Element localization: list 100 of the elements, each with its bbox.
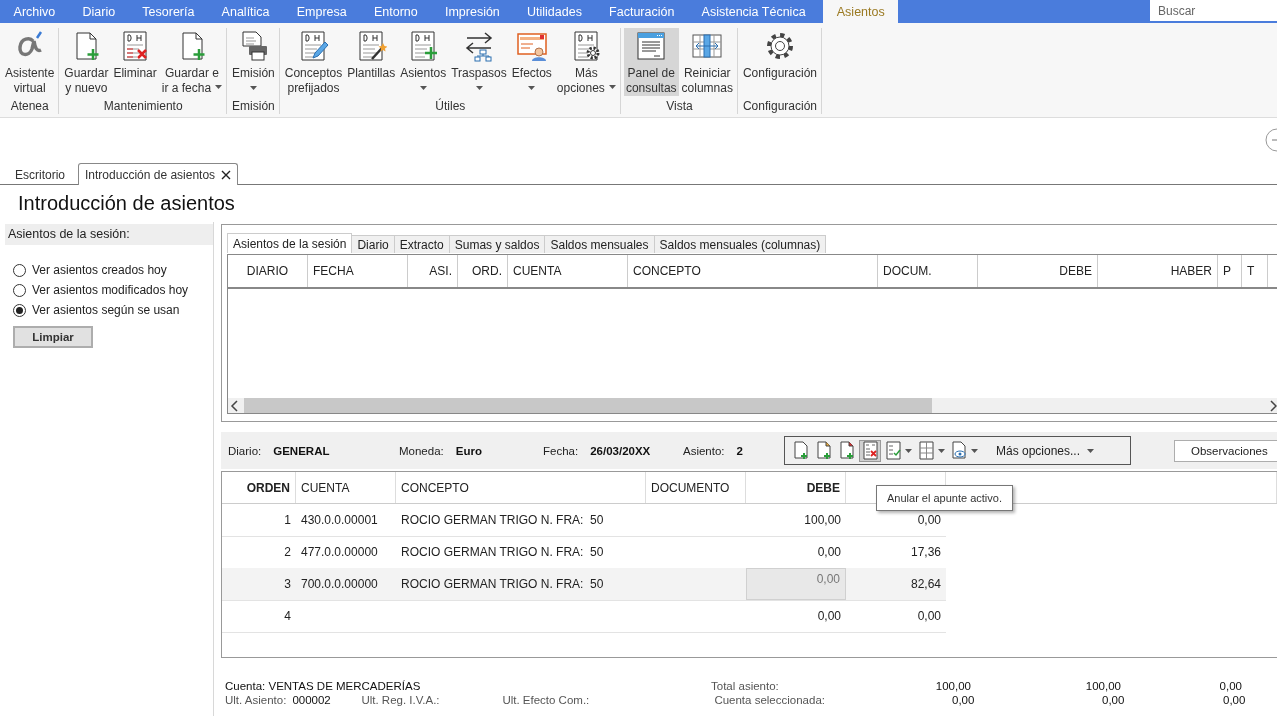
table-cell-text: 430.0.0.00001 (300, 512, 379, 529)
observations-button[interactable]: Observaciones (1174, 439, 1277, 462)
column-header[interactable]: DIARIO (228, 255, 308, 287)
toolbar-button[interactable] (837, 440, 857, 461)
account-name: Cuenta: VENTAS DE MERCADERÍAS (225, 680, 422, 692)
ribbon-button[interactable]: Reiniciar columnas (679, 28, 735, 96)
group-label: Mantenimiento (103, 98, 183, 115)
table-row[interactable]: 3 700.0.0.00000 ROCIO GERMAN TRIGO N. FRA: 50 0,00 82,64 (222, 568, 946, 600)
ribbon-button[interactable]: Panel de consultas (623, 28, 679, 96)
total-value: 0,00 (1101, 694, 1125, 706)
menu-tab[interactable]: Empresa (283, 0, 361, 23)
toolbar-button[interactable] (916, 440, 946, 461)
ribbon-button[interactable]: Asistente virtual (3, 28, 57, 96)
option-label[interactable]: Ver asientos creados hoy (32, 263, 167, 277)
transfer-arrows-icon (463, 30, 495, 62)
page-title: Introducción de asientos (17, 191, 236, 216)
ribbon-button[interactable]: Guardar e ir a fecha (159, 28, 225, 96)
option-label[interactable]: Ver asientos según se usan (32, 303, 180, 317)
menu-tab[interactable]: Asistencia Técnica (688, 0, 820, 23)
more-options-button[interactable]: Más opciones... (990, 442, 1101, 459)
field-label: Moneda: (399, 444, 444, 457)
column-header[interactable]: FECHA (308, 255, 408, 287)
field-value: 26/03/20XX (590, 444, 651, 457)
total-value: 0,00 (951, 694, 975, 706)
radio-button[interactable] (13, 263, 26, 277)
caret-icon (938, 448, 945, 453)
clear-button[interactable]: Limpiar (13, 326, 93, 348)
table-row[interactable]: 2 477.0.0.00000 ROCIO GERMAN TRIGO N. FRA: 50 0,00 17,36 (222, 536, 946, 568)
table-cell-text: 82,64 (909, 576, 942, 593)
edit-cell[interactable]: 0,00 (746, 568, 846, 600)
menu-tab[interactable]: Asientos (823, 0, 899, 23)
close-icon[interactable] (221, 169, 232, 180)
ribbon-button[interactable]: Traspasos (449, 28, 509, 96)
panel-tab[interactable]: Asientos de la sesión (227, 233, 353, 253)
menu-tab[interactable]: Archivo (0, 0, 69, 23)
menu-tab[interactable]: Analítica (208, 0, 284, 23)
field-value: 2 (736, 444, 743, 457)
menu-tab[interactable]: Utilidades (513, 0, 596, 23)
ribbon-button[interactable]: Plantillas (345, 28, 398, 96)
column-header[interactable]: ORDEN (222, 472, 296, 503)
menu-tab[interactable]: Tesorería (128, 0, 208, 23)
radio-button[interactable] (13, 283, 26, 297)
panel-tab[interactable]: Sumas y saldos (448, 235, 546, 253)
column-header[interactable]: CUENTA (296, 472, 396, 503)
toolbar-button[interactable] (883, 440, 913, 461)
scrollbar-thumb[interactable] (244, 398, 932, 413)
ribbon-button[interactable]: Más opciones (554, 28, 618, 96)
panel-tab[interactable]: Saldos mensuales (544, 235, 655, 253)
menu-tab[interactable]: Impresión (431, 0, 514, 23)
panel-tab[interactable]: Saldos mensuales (columnas) (653, 235, 827, 253)
toolbar-button[interactable] (814, 440, 834, 461)
card-person-icon (515, 30, 548, 62)
document-tab[interactable]: Escritorio (2, 164, 78, 185)
column-header[interactable]: CONCEPTO (628, 255, 878, 287)
caret-icon (608, 84, 616, 89)
column-header[interactable]: ASI. (408, 255, 458, 287)
field-label: Fecha: (543, 444, 579, 457)
panel-tab[interactable]: Extracto (393, 235, 450, 253)
field-label: Ult. Efecto Com.: (502, 694, 591, 706)
group-label: Configuración (742, 98, 817, 115)
panel-tab[interactable]: Diario (351, 235, 395, 253)
column-header[interactable]: DEBE (978, 255, 1098, 287)
option-label[interactable]: Ver asientos modificados hoy (32, 283, 189, 297)
ribbon-button[interactable]: Eliminar (111, 28, 159, 96)
column-header[interactable]: HABER (1098, 255, 1218, 287)
column-header[interactable]: ORD. (458, 255, 508, 287)
toolbar-button[interactable] (791, 440, 811, 461)
column-header[interactable]: T (1242, 255, 1268, 287)
search-field[interactable]: Buscar (1150, 0, 1277, 21)
ribbon-button[interactable]: Guardar y nuevo (62, 28, 111, 96)
column-header[interactable]: DOCUMENTO (646, 472, 746, 503)
table-cell-text: 0,00 (916, 608, 942, 625)
ribbon-button[interactable]: Conceptos prefijados (282, 28, 345, 96)
scroll-right-icon[interactable] (1269, 398, 1277, 413)
toolbar-button[interactable] (949, 440, 979, 461)
total-value: 0,00 (1222, 694, 1246, 706)
total-value: 100,00 (1084, 680, 1121, 692)
menu-tab[interactable]: Facturación (595, 0, 688, 23)
radio-button[interactable] (13, 303, 26, 317)
column-header[interactable]: CUENTA (508, 255, 628, 287)
column-header[interactable]: DEBE (746, 472, 846, 503)
caret-icon (419, 86, 427, 90)
field-value: 000002 (292, 694, 332, 706)
menu-tab[interactable]: Diario (68, 0, 129, 23)
column-header[interactable]: DOCUM. (878, 255, 978, 287)
ribbon-button[interactable]: Emisión (230, 28, 277, 96)
table-cell-text: 3 (283, 576, 292, 593)
table-row[interactable]: 4 0,00 0,00 (222, 600, 946, 632)
menu-tab[interactable]: Entorno (360, 0, 432, 23)
ribbon-button[interactable]: Asientos (398, 28, 449, 96)
table-cell-text: 4 (283, 608, 292, 625)
table-cell-text: ROCIO GERMAN TRIGO N. FRA: 50 (400, 576, 605, 593)
column-header[interactable]: P (1218, 255, 1242, 287)
ribbon-button[interactable]: Configuración (740, 28, 819, 96)
toolbar-button[interactable] (860, 440, 880, 461)
caret-icon (249, 86, 257, 90)
column-header[interactable]: CONCEPTO (396, 472, 646, 503)
document-tab[interactable]: Introducción de asientos (78, 163, 239, 185)
table-cell-text: 1 (283, 512, 292, 529)
ribbon-button[interactable]: Efectos (509, 28, 554, 96)
